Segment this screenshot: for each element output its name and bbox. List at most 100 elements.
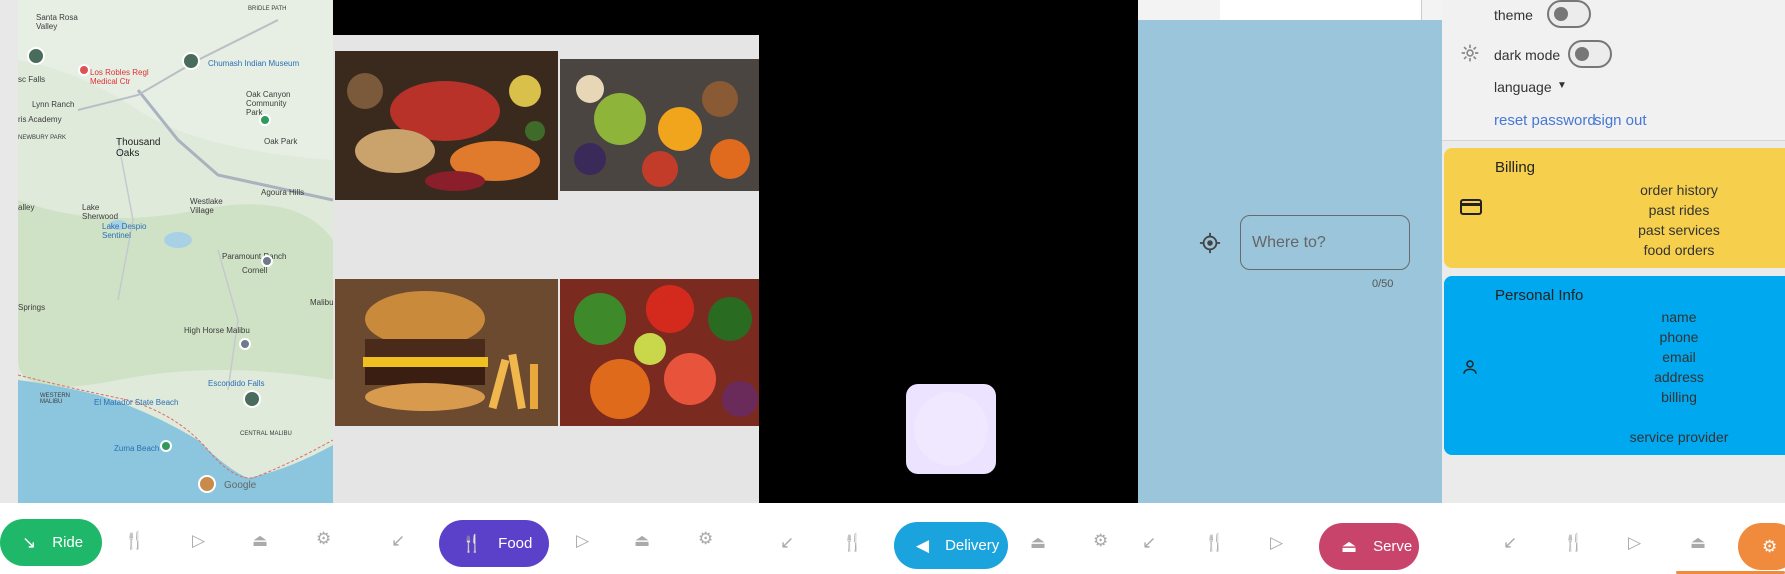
- dish-icon[interactable]: ⏏: [1030, 533, 1046, 553]
- map-marker[interactable]: [27, 47, 45, 65]
- person-icon: [1461, 358, 1479, 376]
- billing-card[interactable]: Billing order history past rides past se…: [1444, 148, 1785, 268]
- map-view[interactable]: Santa Rosa Valley BRIDLE PATH Chumash Ind…: [18, 0, 333, 503]
- serve-button[interactable]: ⏏ Serve: [1319, 523, 1419, 570]
- map-marker[interactable]: [261, 255, 273, 267]
- arrow-down-left-icon[interactable]: ↙: [1142, 533, 1156, 553]
- map-label-westlake: Westlake Village: [190, 197, 223, 215]
- park-marker[interactable]: [160, 440, 172, 452]
- reset-password-link[interactable]: reset password: [1494, 112, 1596, 129]
- billing-item-past-services[interactable]: past services: [1579, 222, 1779, 238]
- map-label-paramount: Paramount Ranch: [222, 252, 287, 261]
- map-left-strip: [0, 0, 18, 503]
- hospital-marker[interactable]: [78, 64, 90, 76]
- fork-knife-icon[interactable]: 🍴: [1563, 533, 1584, 553]
- food-top-bar: [333, 0, 759, 35]
- map-label-thousand-oaks: Thousand Oaks: [116, 137, 161, 159]
- map-marker[interactable]: [239, 338, 251, 350]
- food-tile-produce[interactable]: [560, 59, 759, 191]
- google-logo: Google: [224, 480, 257, 491]
- search-top-card: [1220, 0, 1422, 20]
- burger-image: [335, 279, 558, 426]
- food-tile-vegetables[interactable]: [560, 279, 759, 426]
- ride-label: Ride: [52, 534, 84, 551]
- map-marker[interactable]: [182, 52, 200, 70]
- gear-icon[interactable]: ⚙: [1093, 531, 1108, 551]
- map-label-malibu-edge: Malibu: [310, 298, 333, 307]
- my-location-icon[interactable]: [1199, 232, 1221, 254]
- action-button-inner: [914, 392, 988, 466]
- fork-knife-icon[interactable]: 🍴: [1204, 533, 1225, 553]
- gear-icon: [1460, 43, 1480, 63]
- arrow-down-left-icon[interactable]: ↙: [391, 531, 405, 551]
- map-label-lake-sherwood: Lake Sherwood: [82, 203, 119, 221]
- billing-item-food-orders[interactable]: food orders: [1579, 242, 1779, 258]
- arrow-down-left-icon[interactable]: ↙: [780, 533, 794, 553]
- theme-toggle[interactable]: [1547, 0, 1591, 28]
- arrow-down-right-icon: ↘: [22, 532, 37, 552]
- navigate-icon: ◀: [916, 535, 930, 555]
- dish-icon[interactable]: ⏏: [1690, 533, 1706, 553]
- map-label-valley: alley: [18, 203, 35, 212]
- billing-title: Billing: [1495, 159, 1536, 176]
- serve-label: Serve: [1373, 538, 1413, 555]
- map-label-high-horse: High Horse Malibu: [184, 326, 250, 335]
- map-label-el-matador: El Matador State Beach: [94, 398, 179, 407]
- map-label-western-malibu: WESTERN MALIBU: [40, 393, 70, 405]
- food-tile-burger[interactable]: [335, 279, 558, 426]
- map-label-cornell: Cornell: [242, 266, 268, 275]
- map-label-chumash: Chumash Indian Museum: [208, 59, 300, 68]
- map-label-academy: ris Academy: [18, 115, 62, 124]
- map-label-los-robles: Los Robles Regl Medical Ctr: [90, 68, 149, 86]
- destination-input[interactable]: Where to?: [1240, 215, 1410, 270]
- play-icon[interactable]: ▷: [192, 531, 205, 551]
- personal-item-address[interactable]: address: [1579, 369, 1779, 385]
- map-marker[interactable]: [243, 390, 261, 408]
- dish-icon[interactable]: ⏏: [634, 531, 650, 551]
- food-button[interactable]: 🍴 Food: [439, 520, 549, 567]
- fork-knife-icon[interactable]: 🍴: [842, 533, 863, 553]
- personal-item-phone[interactable]: phone: [1579, 329, 1779, 345]
- seafood-image: [335, 51, 558, 200]
- food-tile-seafood[interactable]: [335, 51, 558, 200]
- personal-item-name[interactable]: name: [1579, 309, 1779, 325]
- toggle-knob: [1575, 47, 1589, 61]
- map-label-agoura-hills: Agoura Hills: [261, 188, 305, 197]
- fork-knife-icon: 🍴: [461, 533, 483, 553]
- map-label-lynn-ranch: Lynn Ranch: [32, 100, 75, 109]
- billing-item-order-history[interactable]: order history: [1579, 182, 1779, 198]
- delivery-button[interactable]: ◀ Delivery: [894, 522, 1008, 569]
- billing-item-past-rides[interactable]: past rides: [1579, 202, 1779, 218]
- gear-icon[interactable]: ⚙: [316, 529, 331, 549]
- play-icon[interactable]: ▷: [1628, 533, 1641, 553]
- map-label-bridle: BRIDLE PATH: [248, 6, 287, 12]
- toggle-knob: [1554, 7, 1568, 21]
- ride-button[interactable]: ↘ Ride: [0, 519, 102, 566]
- fork-knife-icon[interactable]: 🍴: [124, 531, 145, 551]
- map-label-newbury: NEWBURY PARK: [18, 135, 67, 141]
- char-counter: 0/50: [1372, 278, 1394, 290]
- settings-button[interactable]: ⚙: [1738, 523, 1785, 570]
- map-label-falls: sc Falls: [18, 75, 46, 84]
- sign-out-link[interactable]: sign out: [1594, 112, 1647, 129]
- dark-mode-toggle[interactable]: [1568, 40, 1612, 68]
- personal-item-billing[interactable]: billing: [1579, 389, 1779, 405]
- credit-card-icon: [1460, 199, 1482, 215]
- park-marker[interactable]: [259, 114, 271, 126]
- dish-icon: ⏏: [1341, 536, 1358, 556]
- arrow-down-left-icon[interactable]: ↙: [1503, 533, 1517, 553]
- map-marker[interactable]: [198, 475, 216, 493]
- gear-icon: ⚙: [1762, 536, 1778, 556]
- personal-item-email[interactable]: email: [1579, 349, 1779, 365]
- language-label[interactable]: language: [1494, 79, 1552, 95]
- dish-icon[interactable]: ⏏: [252, 531, 268, 551]
- delivery-label: Delivery: [945, 537, 1000, 554]
- play-icon[interactable]: ▷: [576, 531, 589, 551]
- gear-icon[interactable]: ⚙: [698, 529, 713, 549]
- chevron-down-icon[interactable]: ▼: [1557, 80, 1567, 91]
- personal-item-service-provider[interactable]: service provider: [1579, 429, 1779, 445]
- map-label-escondido: Escondido Falls: [208, 379, 265, 388]
- play-icon[interactable]: ▷: [1270, 533, 1283, 553]
- food-label: Food: [498, 535, 533, 552]
- personal-info-card[interactable]: Personal Info name phone email address b…: [1444, 276, 1785, 455]
